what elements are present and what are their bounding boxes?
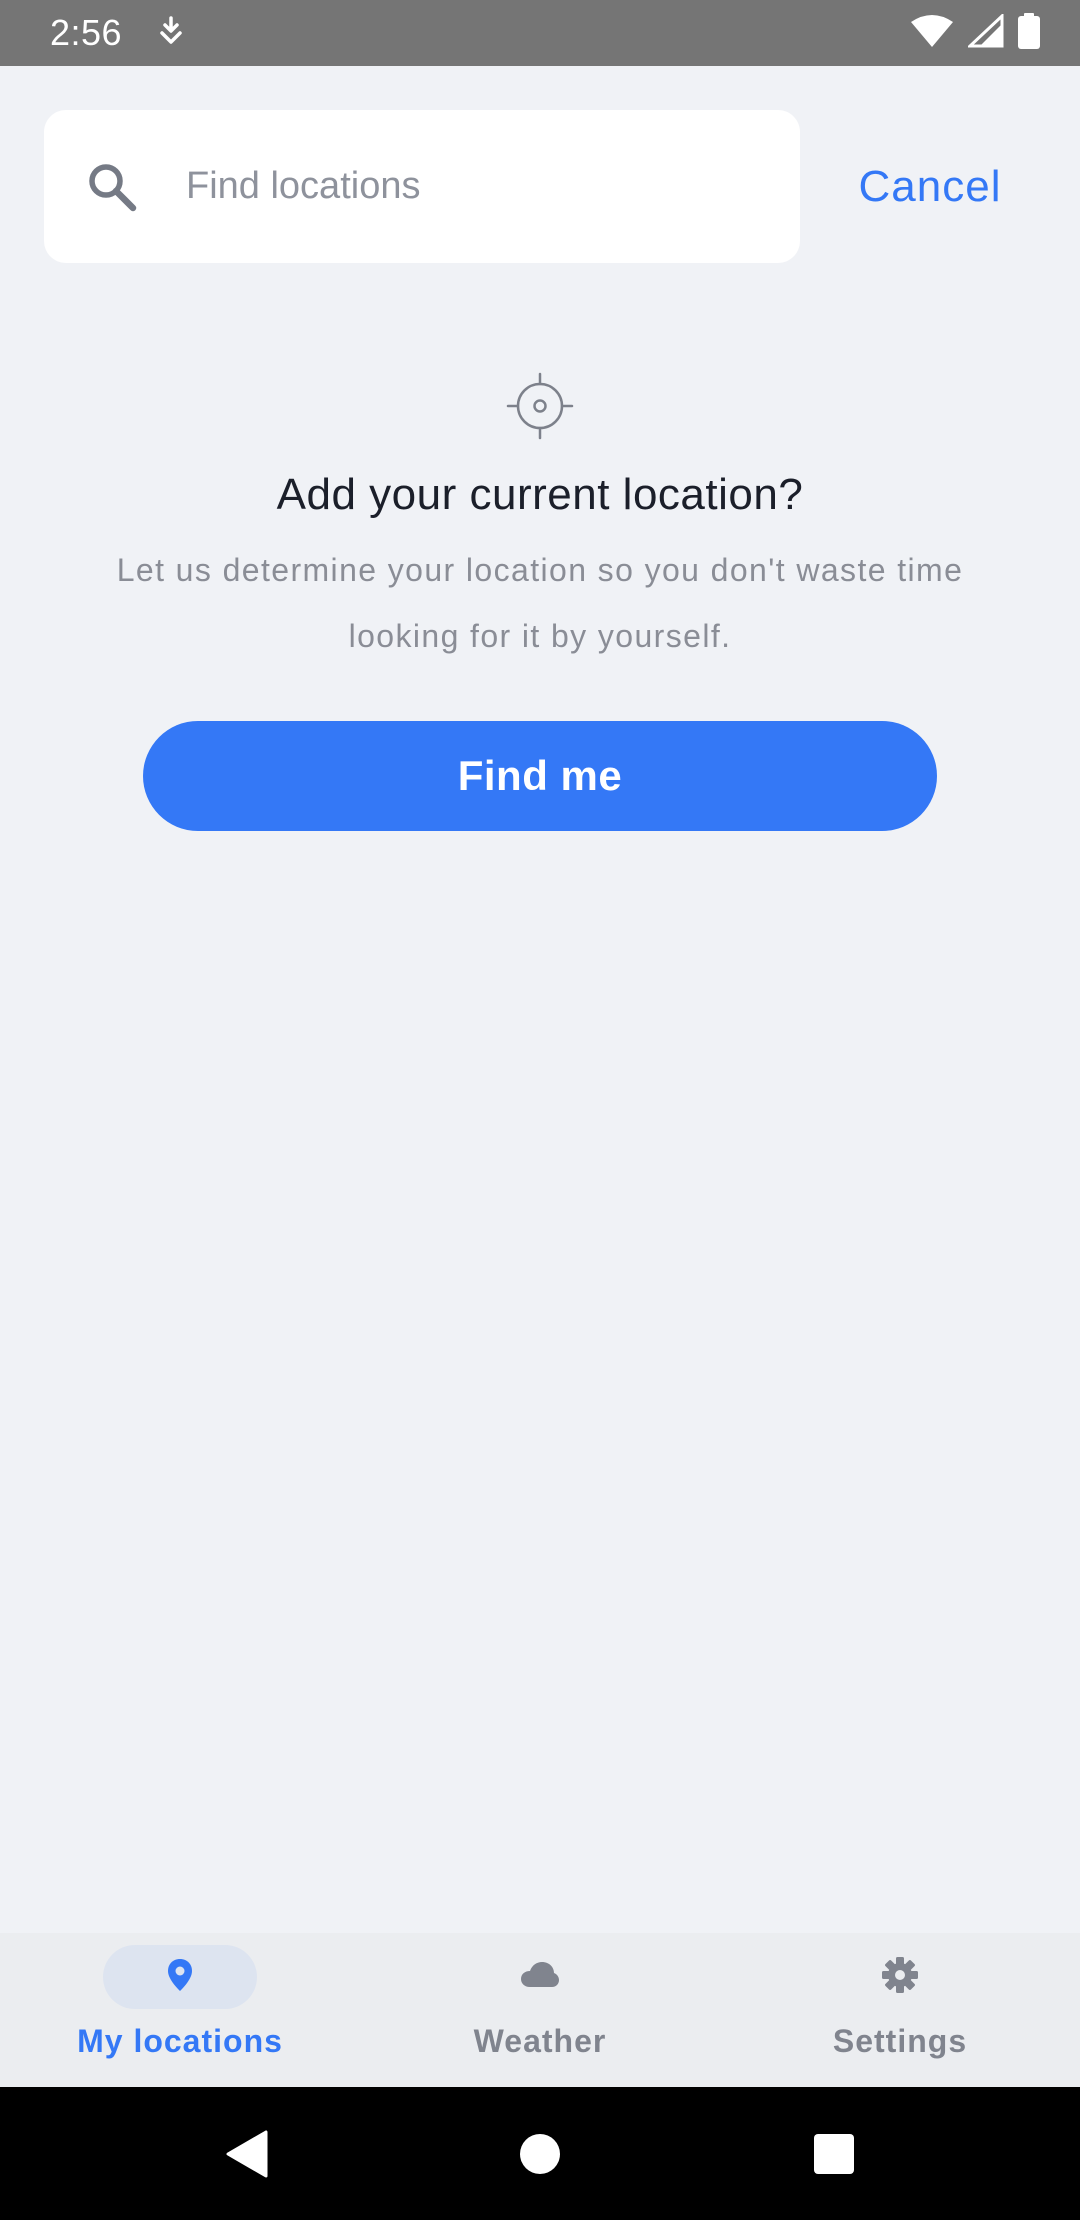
wifi-icon <box>910 14 954 53</box>
nav-icon-container <box>823 1945 977 2009</box>
status-right <box>910 12 1040 54</box>
nav-label-my-locations: My locations <box>77 2023 283 2059</box>
back-icon[interactable] <box>220 2087 272 2220</box>
signal-icon <box>966 12 1004 53</box>
nav-item-settings[interactable]: Settings <box>720 1933 1080 2087</box>
nav-label-settings: Settings <box>832 2023 968 2059</box>
status-left: 2:56 <box>50 12 184 54</box>
prompt-description: Let us determine your location so you do… <box>116 552 964 654</box>
nav-active-indicator <box>103 1945 257 2009</box>
gear-icon <box>881 1956 919 1999</box>
map-pin-icon <box>167 1958 193 1997</box>
download-status-icon <box>158 15 184 51</box>
battery-icon <box>1018 12 1040 54</box>
search-icon <box>82 157 142 217</box>
nav-item-my-locations[interactable]: My locations <box>0 1933 360 2087</box>
home-icon[interactable] <box>519 2087 561 2220</box>
status-time: 2:56 <box>50 12 123 53</box>
status-bar: 2:56 <box>0 0 1080 66</box>
crosshair-locate-icon <box>506 372 574 440</box>
system-navigation-bar <box>0 2087 1080 2220</box>
recents-icon[interactable] <box>813 2087 855 2220</box>
cloud-icon <box>520 1961 560 1994</box>
nav-item-weather[interactable]: Weather <box>360 1933 720 2087</box>
find-me-button[interactable]: Find me <box>143 721 937 831</box>
search-input[interactable] <box>186 165 746 208</box>
nav-label-weather: Weather <box>473 2023 607 2059</box>
screen: 2:56 Find locations Cancel Add your curr… <box>0 0 1080 2220</box>
cancel-button[interactable]: Cancel <box>830 110 1030 263</box>
prompt-title: Add your current location? <box>276 470 804 519</box>
bottom-navigation: My locations Weather Settings <box>0 1933 1080 2087</box>
nav-icon-container <box>463 1945 617 2009</box>
search-box[interactable] <box>44 110 800 263</box>
